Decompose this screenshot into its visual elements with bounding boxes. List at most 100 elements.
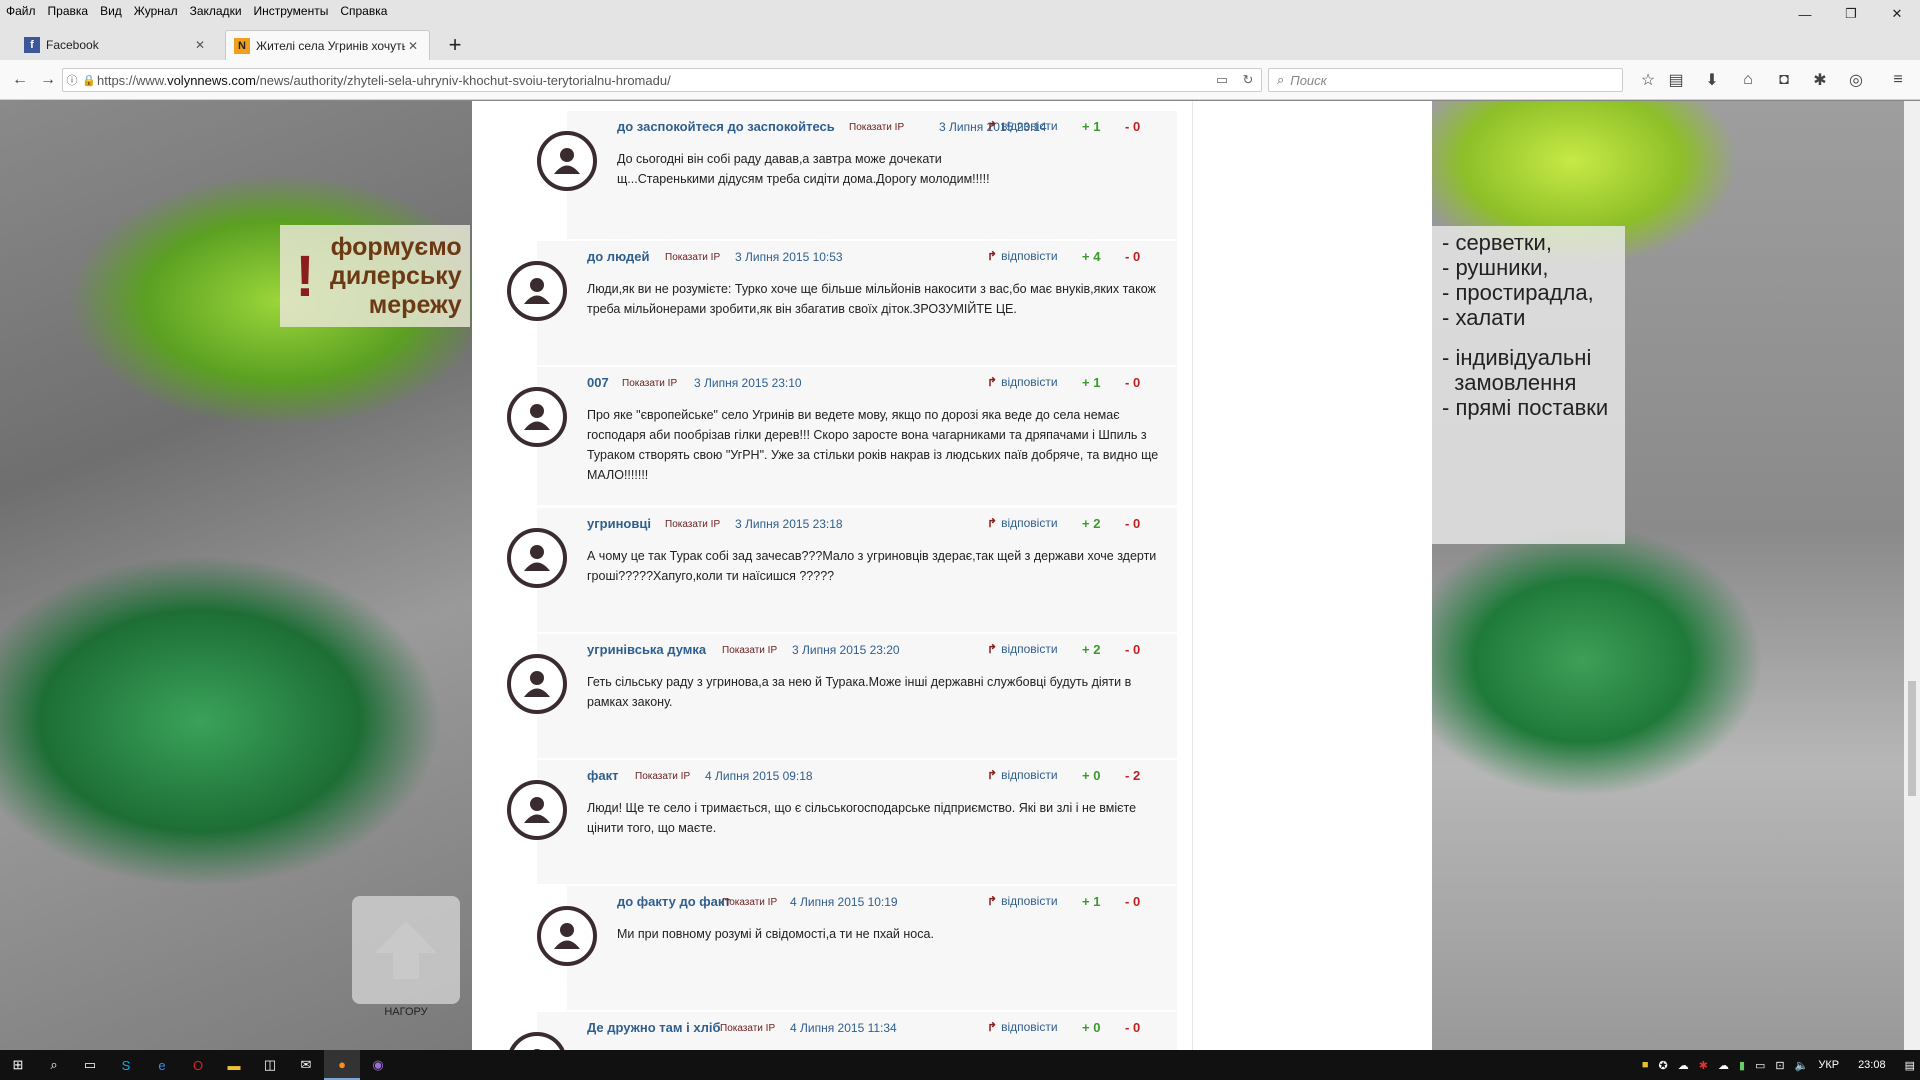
reader-view-icon[interactable]: ▭ [1209, 72, 1235, 88]
vote-up-button[interactable]: + 1 [1082, 119, 1100, 134]
menu-hamburger-icon[interactable]: ≡ [1886, 68, 1910, 92]
start-icon[interactable]: ⊞ [0, 1050, 36, 1080]
windows-taskbar: ⊞ ⌕ ▭ S e O ▬ ◫ ✉ ● ◉ ■ ✪ ☁ ✱ ☁ ▮ ▭ ⊡ 🔈 … [0, 1050, 1920, 1080]
task-view-icon[interactable]: ▭ [72, 1050, 108, 1080]
reply-button[interactable]: ↱ відповісти [987, 1020, 1058, 1034]
bookmark-star-icon[interactable]: ☆ [1636, 68, 1660, 92]
dealer-network-ad[interactable]: ! формуємо дилерську мережу [280, 225, 470, 327]
show-ip-link[interactable]: Показати IP [635, 771, 690, 782]
vote-down-button[interactable]: - 0 [1125, 119, 1140, 134]
menu-bar: Файл Правка Вид Журнал Закладки Инструме… [0, 0, 1920, 22]
reply-button[interactable]: ↱ відповісти [987, 119, 1058, 133]
vote-up-button[interactable]: + 2 [1082, 642, 1100, 657]
cloud-icon[interactable]: ☁ [1678, 1059, 1689, 1072]
reply-arrow-icon: ↱ [987, 1020, 998, 1034]
volume-icon[interactable]: 🔈 [1795, 1059, 1809, 1072]
comment-text: Геть сільську раду з угринова,а за нею й… [587, 675, 1132, 709]
comment-author: 007 [587, 375, 609, 390]
reply-label: відповісти [1001, 642, 1058, 656]
forward-button[interactable]: → [36, 68, 60, 92]
comment-text: Ми при повному розумі й свідомості,а ти … [617, 927, 934, 941]
comment: Де дружно там і хліб Показати IP 4 Липня… [507, 1012, 1177, 1050]
skype-icon[interactable]: S [108, 1050, 144, 1080]
show-ip-link[interactable]: Показати IP [849, 122, 904, 133]
reload-icon[interactable]: ↻ [1235, 72, 1261, 88]
file-explorer-icon[interactable]: ▬ [216, 1050, 252, 1080]
vote-up-button[interactable]: + 0 [1082, 1020, 1100, 1035]
menu-view[interactable]: Вид [94, 4, 128, 18]
vote-up-button[interactable]: + 4 [1082, 249, 1100, 264]
menu-edit[interactable]: Правка [42, 4, 95, 18]
network-icon[interactable]: ⊡ [1775, 1059, 1784, 1072]
vote-up-button[interactable]: + 1 [1082, 894, 1100, 909]
reply-button[interactable]: ↱ відповісти [987, 375, 1058, 389]
show-ip-link[interactable]: Показати IP [622, 378, 677, 389]
show-ip-link[interactable]: Показати IP [720, 1023, 775, 1034]
vote-down-button[interactable]: - 2 [1125, 768, 1140, 783]
vote-down-button[interactable]: - 0 [1125, 642, 1140, 657]
menu-bookmarks[interactable]: Закладки [184, 4, 248, 18]
vote-down-button[interactable]: - 0 [1125, 894, 1140, 909]
opera-icon[interactable]: O [180, 1050, 216, 1080]
tray-app-icon[interactable]: ✱ [1699, 1059, 1708, 1072]
battery-icon[interactable]: ▭ [1755, 1059, 1765, 1072]
onedrive-icon[interactable]: ☁ [1718, 1059, 1729, 1072]
comment-date: 4 Липня 2015 10:19 [790, 895, 898, 909]
mail-icon[interactable]: ✉ [288, 1050, 324, 1080]
downloads-icon[interactable]: ⬇ [1700, 68, 1724, 92]
extension-icon[interactable]: ✱ [1808, 68, 1832, 92]
tab-facebook[interactable]: f Facebook ✕ [16, 30, 216, 60]
menu-help[interactable]: Справка [334, 4, 393, 18]
address-bar[interactable]: ⓘ 🔒 https://www. volynnews.com/news/autho… [62, 68, 1262, 92]
lock-icon: 🔒 [82, 74, 96, 87]
vote-up-button[interactable]: + 0 [1082, 768, 1100, 783]
vote-down-button[interactable]: - 0 [1125, 1020, 1140, 1035]
menu-file[interactable]: Файл [0, 4, 42, 18]
reply-button[interactable]: ↱ відповісти [987, 642, 1058, 656]
reply-button[interactable]: ↱ відповісти [987, 516, 1058, 530]
comment-author: угринівська думка [587, 642, 707, 657]
comment-text: Люди! Ще те село і тримається, що є сіль… [587, 801, 1137, 835]
back-button[interactable]: ← [8, 68, 32, 92]
edge-icon[interactable]: e [144, 1050, 180, 1080]
show-ip-link[interactable]: Показати IP [665, 252, 720, 263]
vote-down-button[interactable]: - 0 [1125, 249, 1140, 264]
show-ip-link[interactable]: Показати IP [722, 897, 777, 908]
reply-button[interactable]: ↱ відповісти [987, 768, 1058, 782]
tray-app-icon[interactable]: ▮ [1739, 1059, 1745, 1072]
language-indicator[interactable]: УКР [1818, 1059, 1839, 1071]
vote-down-button[interactable]: - 0 [1125, 375, 1140, 390]
reply-button[interactable]: ↱ відповісти [987, 894, 1058, 908]
new-tab-button[interactable]: + [443, 30, 467, 60]
close-tab-icon[interactable]: ✕ [192, 38, 208, 52]
search-icon[interactable]: ⌕ [36, 1050, 72, 1080]
back-to-top-button[interactable] [352, 896, 460, 1004]
products-ad[interactable]: - серветки, - рушники, - простирадла, - … [1432, 226, 1625, 544]
bookmarks-list-icon[interactable]: ▤ [1664, 68, 1688, 92]
store-icon[interactable]: ◫ [252, 1050, 288, 1080]
vote-up-button[interactable]: + 1 [1082, 375, 1100, 390]
tray-app-icon[interactable]: ✪ [1659, 1059, 1668, 1072]
menu-history[interactable]: Журнал [128, 4, 184, 18]
pocket-icon[interactable]: ◘ [1772, 68, 1796, 92]
show-ip-link[interactable]: Показати IP [722, 645, 777, 656]
menu-tools[interactable]: Инструменты [248, 4, 335, 18]
sync-icon[interactable]: ◎ [1844, 68, 1868, 92]
show-ip-link[interactable]: Показати IP [665, 519, 720, 530]
tab-volynnews[interactable]: N Жителі села Угринів хочуть ✕ [225, 30, 430, 60]
home-icon[interactable]: ⌂ [1736, 68, 1760, 92]
user-avatar-icon [537, 131, 597, 191]
clock[interactable]: 23:08 [1858, 1059, 1886, 1071]
viber-icon[interactable]: ◉ [360, 1050, 396, 1080]
firefox-icon[interactable]: ● [324, 1050, 360, 1080]
scrollbar-thumb[interactable] [1908, 681, 1916, 796]
search-input[interactable]: ⌕ Поиск [1268, 68, 1623, 92]
shield-icon[interactable]: ■ [1642, 1059, 1649, 1071]
vote-up-button[interactable]: + 2 [1082, 516, 1100, 531]
close-tab-icon[interactable]: ✕ [405, 39, 421, 53]
page-scrollbar[interactable] [1904, 101, 1920, 1050]
info-icon[interactable]: ⓘ [63, 72, 81, 88]
vote-down-button[interactable]: - 0 [1125, 516, 1140, 531]
notifications-icon[interactable]: ▤ [1905, 1059, 1915, 1072]
reply-button[interactable]: ↱ відповісти [987, 249, 1058, 263]
